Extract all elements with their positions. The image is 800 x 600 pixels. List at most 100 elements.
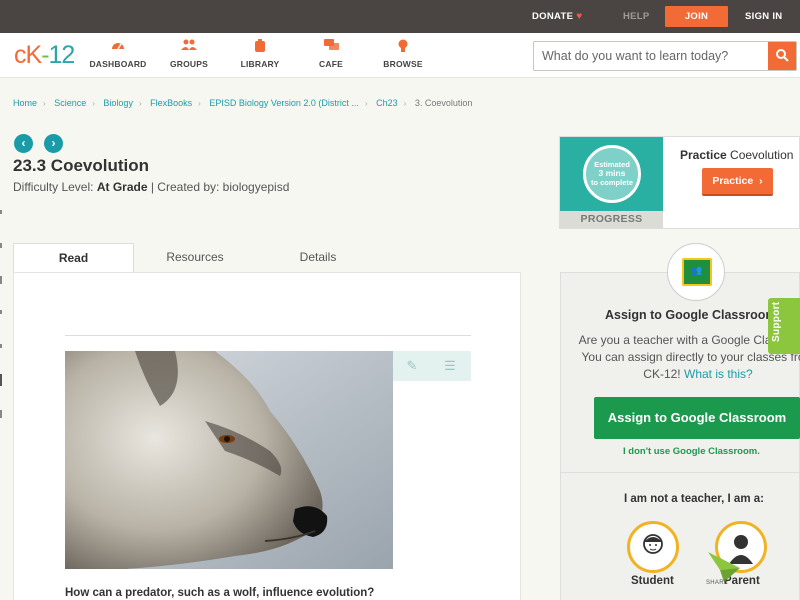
- groups-icon: [149, 39, 229, 55]
- estimate-badge: Estimated 3 mins to complete: [583, 145, 641, 203]
- tab-read[interactable]: Read: [13, 243, 134, 273]
- chevron-left-icon: ‹: [21, 136, 26, 150]
- read-panel: ✎ ☰ How can a predator, such as a wolf, …: [13, 272, 521, 600]
- cafe-icon: [291, 39, 371, 55]
- nav-dashboard-label: DASHBOARD: [89, 59, 147, 69]
- student-label: Student: [631, 575, 674, 587]
- donate-label: DONATE: [532, 11, 574, 22]
- chevron-right-icon: ›: [759, 175, 763, 187]
- practice-button-label: Practice: [712, 175, 754, 187]
- lesson-meta: Difficulty Level: At Grade | Created by:…: [13, 180, 289, 194]
- logo-dash: -: [41, 41, 49, 69]
- breadcrumb-flexbooks[interactable]: FlexBooks: [150, 98, 192, 108]
- estimate-line-2: 3 mins: [598, 168, 626, 178]
- next-lesson-button[interactable]: ›: [44, 134, 63, 153]
- gc-heading: Assign to Google Classroom: [605, 308, 777, 322]
- help-link[interactable]: HELP: [623, 0, 650, 33]
- created-by: | Created by: biologyepisd: [150, 180, 290, 194]
- student-icon: [643, 534, 663, 554]
- breadcrumb-book[interactable]: EPISD Biology Version 2.0 (District ...: [209, 98, 359, 108]
- breadcrumb-current: 3. Coevolution: [414, 98, 473, 108]
- search-icon: [775, 49, 789, 62]
- google-classroom-badge: 👥: [667, 243, 725, 301]
- donate-link[interactable]: DONATE ♥: [532, 0, 582, 33]
- edge-mark: [0, 410, 2, 418]
- lesson-question: How can a predator, such as a wolf, infl…: [65, 587, 375, 599]
- search-button[interactable]: [768, 42, 796, 70]
- practice-title: Practice Coevolution: [680, 148, 793, 162]
- previous-lesson-button[interactable]: ‹: [14, 134, 33, 153]
- google-classroom-icon: 👥: [682, 258, 712, 286]
- difficulty-value: At Grade: [96, 180, 148, 194]
- estimate-line-3: to complete: [590, 178, 634, 187]
- chevron-right-icon: ›: [51, 136, 56, 150]
- chevron-right-icon: ›: [92, 99, 95, 108]
- nav-cafe[interactable]: CAFE: [291, 39, 371, 69]
- chevron-right-icon: ›: [403, 99, 407, 108]
- edge-mark: [0, 310, 2, 314]
- heart-icon: ♥: [576, 11, 583, 22]
- support-label: Support: [771, 301, 782, 342]
- practice-title-bold: Practice: [680, 148, 727, 162]
- image-tools: ✎ ☰: [393, 351, 471, 381]
- chevron-right-icon: ›: [43, 99, 46, 108]
- library-icon: [220, 39, 300, 55]
- content-divider: [65, 335, 471, 336]
- practice-card: Estimated 3 mins to complete PROGRESS Pr…: [559, 136, 800, 229]
- main-header: cK-12 DASHBOARD GROUPS LIBRARY CAFE BROW…: [0, 33, 800, 78]
- nav-browse[interactable]: BROWSE: [363, 39, 443, 69]
- nav-groups-label: GROUPS: [169, 59, 209, 69]
- dont-use-google-classroom-link[interactable]: I don't use Google Classroom.: [623, 446, 760, 457]
- nav-cafe-label: CAFE: [319, 59, 343, 69]
- edge-mark: [0, 243, 2, 248]
- practice-button[interactable]: Practice ›: [702, 168, 773, 196]
- logo-ck: cK: [14, 41, 42, 69]
- edge-mark: [0, 210, 2, 214]
- logo-num: 12: [48, 41, 76, 69]
- top-bar: DONATE ♥ HELP JOIN SIGN IN: [0, 0, 800, 33]
- breadcrumb-biology[interactable]: Biology: [103, 98, 133, 108]
- gc-divider: [561, 472, 800, 473]
- student-role-button[interactable]: [627, 521, 679, 573]
- progress-label: PROGRESS: [560, 211, 663, 228]
- breadcrumb-science[interactable]: Science: [54, 98, 86, 108]
- chevron-right-icon: ›: [364, 99, 368, 108]
- nav-dashboard[interactable]: DASHBOARD: [78, 39, 158, 69]
- search-box: [533, 41, 797, 71]
- tab-details[interactable]: Details: [268, 243, 368, 273]
- not-teacher-label: I am not a teacher, I am a:: [624, 493, 764, 505]
- dashboard-icon: [78, 39, 158, 55]
- support-tab[interactable]: Support: [768, 298, 800, 354]
- edge-mark: [0, 374, 2, 386]
- nav-library[interactable]: LIBRARY: [220, 39, 300, 69]
- chevron-right-icon: ›: [138, 99, 142, 108]
- practice-title-rest: Coevolution: [730, 148, 794, 162]
- ck12-logo[interactable]: cK-12: [14, 41, 76, 70]
- breadcrumb: Home › Science › Biology › FlexBooks › EPISD…: [13, 98, 472, 108]
- nav-groups[interactable]: GROUPS: [149, 39, 229, 69]
- share-plane-icon[interactable]: [706, 548, 742, 584]
- chevron-right-icon: ›: [198, 99, 201, 108]
- tab-resources[interactable]: Resources: [145, 243, 245, 273]
- page-title: 23.3 Coevolution: [13, 156, 150, 175]
- nav-library-label: LIBRARY: [240, 59, 280, 69]
- join-button[interactable]: JOIN: [665, 6, 728, 27]
- what-is-this-link[interactable]: What is this?: [684, 367, 753, 381]
- breadcrumb-home[interactable]: Home: [13, 98, 37, 108]
- search-input[interactable]: [534, 42, 768, 70]
- breadcrumb-chapter[interactable]: Ch23: [376, 98, 398, 108]
- difficulty-label: Difficulty Level:: [13, 180, 94, 194]
- browse-icon: [363, 39, 443, 55]
- edit-icon[interactable]: ✎: [401, 357, 423, 375]
- share-label: SHARE: [706, 580, 729, 586]
- edge-mark: [0, 276, 2, 284]
- notes-icon[interactable]: ☰: [439, 357, 461, 375]
- edge-mark: [0, 344, 2, 348]
- gc-description: Are you a teacher with a Google Classroo…: [578, 332, 800, 383]
- practice-thumbnail[interactable]: Estimated 3 mins to complete PROGRESS: [560, 137, 663, 228]
- content-tabs: Read Resources Details: [13, 243, 521, 273]
- sign-in-link[interactable]: SIGN IN: [745, 0, 782, 33]
- assign-google-classroom-button[interactable]: Assign to Google Classroom: [594, 397, 800, 439]
- wolf-image: [65, 351, 393, 569]
- nav-browse-label: BROWSE: [383, 59, 423, 69]
